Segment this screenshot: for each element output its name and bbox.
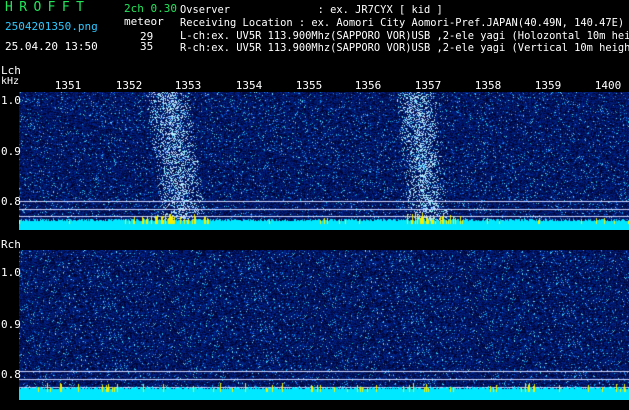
file-name: 2504201350.png xyxy=(5,20,98,33)
rch-freq-tick: 0.8 xyxy=(1,368,21,381)
app-title: HROFFT xyxy=(5,0,91,15)
time-tick: 1357 xyxy=(414,79,442,92)
rch-count: 35 xyxy=(140,40,154,53)
rch-waterfall-spectrogram xyxy=(19,250,629,400)
lch-freq-tick: 0.8 xyxy=(1,195,21,208)
location-info: Receiving Location : ex. Aomori City Aom… xyxy=(180,17,625,29)
time-tick: 1356 xyxy=(354,79,382,92)
lch-waterfall-spectrogram xyxy=(19,92,629,230)
rch-label: Rch xyxy=(1,238,21,251)
observer-info: Ovserver : ex. JR7CYX [ kid ] xyxy=(180,4,443,16)
time-tick: 1351 xyxy=(54,79,82,92)
time-tick: 1352 xyxy=(115,79,143,92)
lch-freq-tick: 0.9 xyxy=(1,145,21,158)
time-axis: 1351 1352 1353 1354 1355 1356 1357 1358 … xyxy=(0,79,629,93)
rch-freq-tick: 1.0 xyxy=(1,266,21,279)
mode-label: 2ch 0.30 xyxy=(124,2,177,15)
time-tick: 1353 xyxy=(174,79,202,92)
time-tick: 1355 xyxy=(295,79,323,92)
time-tick: 1358 xyxy=(474,79,502,92)
lch-receiver-info: L-ch:ex. UV5R 113.900Mhz(SAPPORO VOR)USB… xyxy=(180,30,629,42)
datetime-label: 25.04.20 13:50 xyxy=(5,40,98,53)
rch-freq-tick: 0.9 xyxy=(1,318,21,331)
detection-type-label: meteor xyxy=(124,15,164,28)
rch-receiver-info: R-ch:ex. UV5R 113.900Mhz(SAPPORO VOR)USB… xyxy=(180,42,629,54)
lch-freq-tick: 1.0 xyxy=(1,94,21,107)
time-tick: 1359 xyxy=(534,79,562,92)
time-tick: 1354 xyxy=(235,79,263,92)
time-tick: 1400 xyxy=(594,79,622,92)
